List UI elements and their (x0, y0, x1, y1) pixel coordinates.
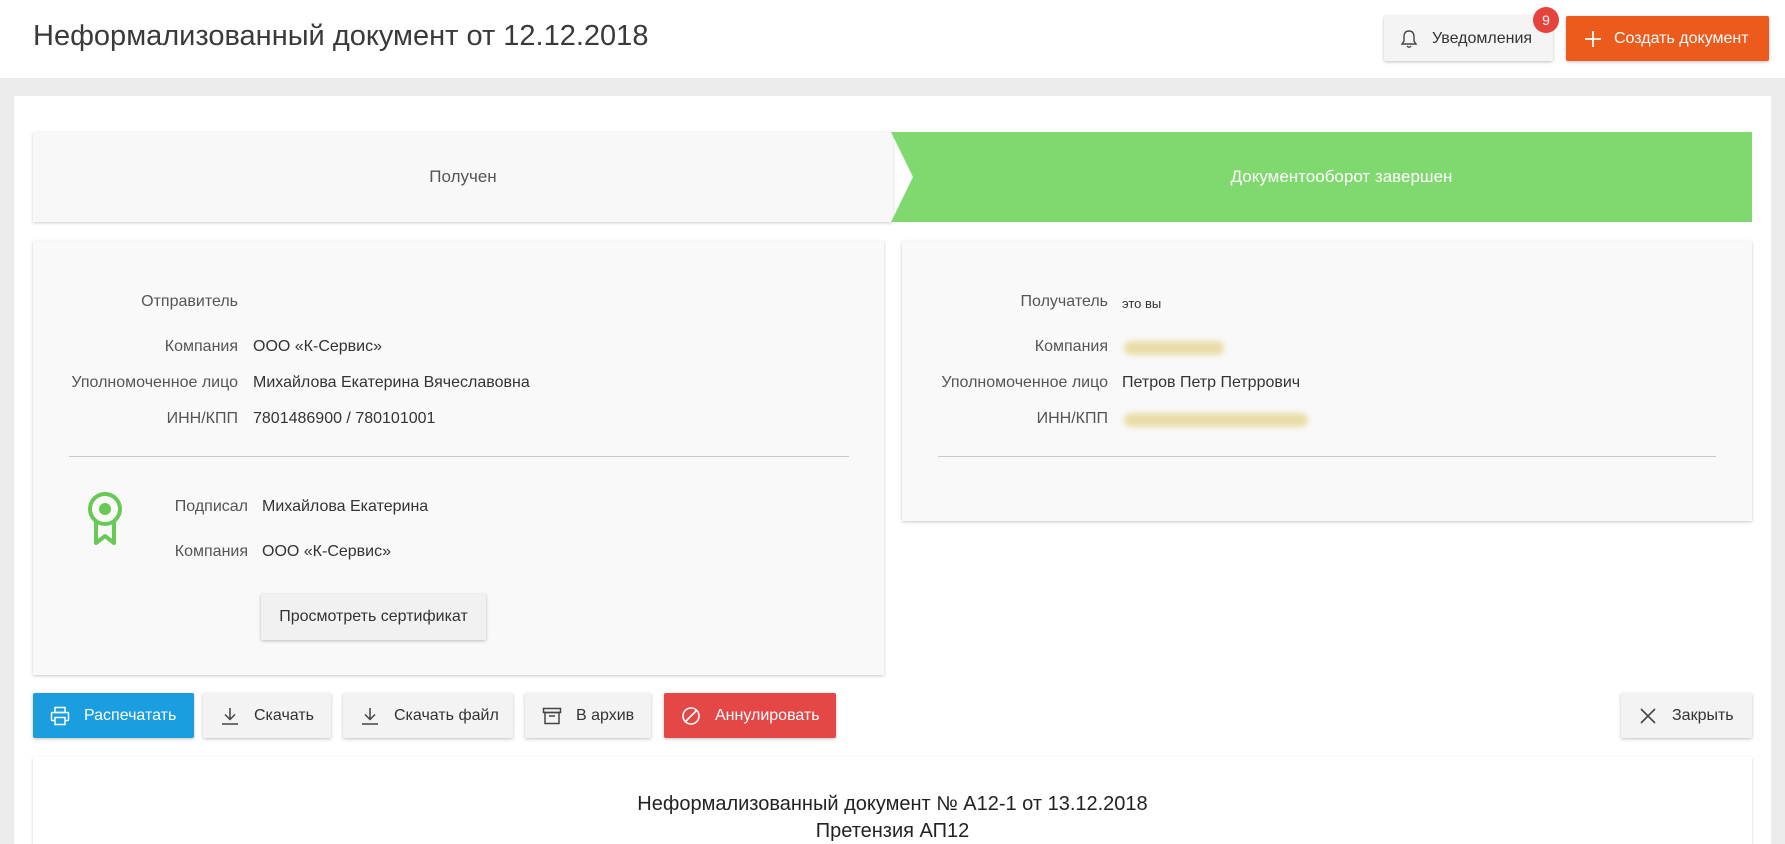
close-icon (1638, 706, 1658, 726)
document-preview: Неформализованный документ № А12-1 от 13… (33, 757, 1752, 844)
document-title: Неформализованный документ № А12-1 от 13… (637, 793, 1148, 815)
sender-company-value: ООО «К-Сервис» (253, 338, 383, 355)
sender-divider (69, 456, 849, 457)
recipient-divider (938, 456, 1716, 457)
sender-person-value: Михайлова Екатерина Вячеславовна (253, 374, 530, 391)
sender-heading: Отправитель (141, 293, 238, 310)
printer-icon (50, 706, 70, 726)
recipient-note: это вы (1122, 296, 1162, 311)
archive-button[interactable]: В архив (525, 693, 651, 738)
recipient-inn-label: ИНН/КПП (1036, 410, 1108, 427)
recipient-person-value: Петров Петр Петррович (1122, 374, 1301, 391)
recipient-inn-redacted (1124, 413, 1308, 427)
sign-company-value: ООО «К-Сервис» (262, 543, 392, 560)
download-icon (220, 706, 240, 726)
status-step-completed-label: Документооборот завершен (1230, 167, 1453, 186)
notifications-count-badge: 9 (1533, 7, 1559, 33)
sender-person-label: Уполномоченное лицо (71, 374, 238, 391)
recipient-heading: Получатель (1020, 293, 1108, 310)
bell-icon (1400, 29, 1418, 49)
download-label: Скачать (254, 706, 314, 724)
download-button[interactable]: Скачать (203, 693, 331, 738)
create-document-label: Создать документ (1614, 29, 1749, 47)
print-label: Распечатать (84, 706, 177, 724)
sender-inn-value: 7801486900 / 780101001 (253, 410, 436, 427)
notifications-label: Уведомления (1432, 29, 1533, 47)
cancel-circle-icon (681, 706, 701, 726)
sender-company-label: Компания (164, 338, 238, 355)
status-step-completed: Документооборот завершен (891, 132, 1752, 222)
download-file-button[interactable]: Скачать файл (343, 693, 513, 738)
status-step-received: Получен (33, 132, 893, 222)
notifications-button[interactable]: Уведомления (1384, 16, 1553, 61)
close-button[interactable]: Закрыть (1621, 693, 1752, 738)
sender-card: Отправитель Компания ООО «К-Сервис» Упол… (33, 241, 884, 675)
status-stepper: Получен Документооборот завершен (33, 132, 1752, 222)
sign-company-label: Компания (174, 543, 248, 560)
close-label: Закрыть (1672, 706, 1734, 724)
view-certificate-button[interactable]: Просмотреть сертификат (261, 594, 486, 640)
archive-label: В архив (576, 706, 635, 724)
recipient-company-redacted (1124, 341, 1224, 355)
signed-by-label: Подписал (174, 498, 248, 515)
annul-button[interactable]: Аннулировать (664, 693, 836, 738)
signed-by-value: Михайлова Екатерина (262, 498, 429, 515)
download-file-label: Скачать файл (394, 706, 499, 724)
recipient-person-label: Уполномоченное лицо (941, 374, 1108, 391)
annul-label: Аннулировать (715, 706, 820, 724)
download-file-icon (360, 706, 380, 726)
page-title: Неформализованный документ от 12.12.2018 (33, 20, 649, 52)
create-document-button[interactable]: Создать документ (1566, 16, 1769, 61)
sender-inn-label: ИНН/КПП (166, 410, 238, 427)
recipient-company-label: Компания (1034, 338, 1108, 355)
certificate-seal-icon (87, 491, 123, 552)
document-subtitle: Претензия АП12 (815, 820, 970, 842)
recipient-card: Получатель это вы Компания Уполномоченно… (902, 241, 1752, 521)
archive-box-icon (542, 706, 562, 726)
top-bar: Неформализованный документ от 12.12.2018… (0, 0, 1785, 78)
print-button[interactable]: Распечатать (33, 693, 194, 738)
plus-icon (1584, 30, 1602, 48)
